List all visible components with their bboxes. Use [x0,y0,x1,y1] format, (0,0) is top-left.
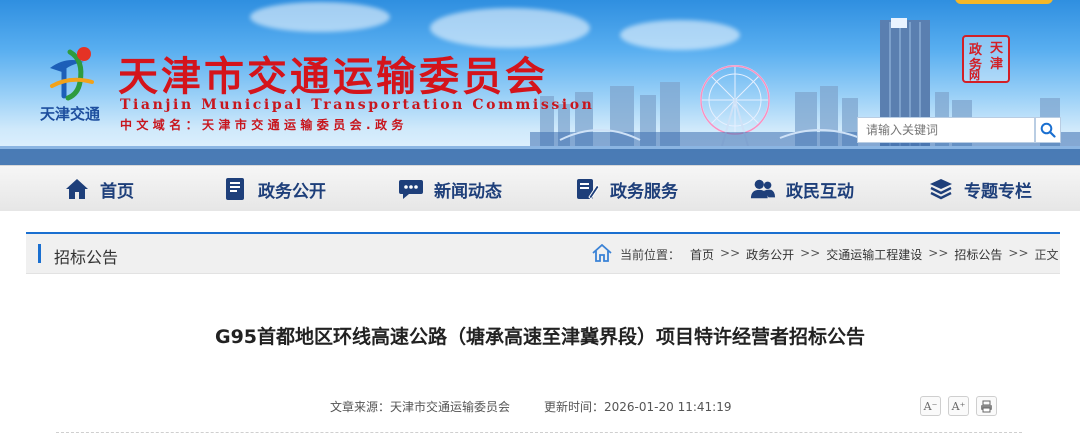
print-icon [981,400,992,412]
search-icon [1040,122,1056,138]
nav-label: 首页 [100,181,134,202]
article-title: G95首都地区环线高速公路（塘承高速至津冀界段）项目特许经营者招标公告 [214,326,866,348]
updated-label: 更新时间： [544,400,605,414]
seal-char: 津 [990,57,1004,72]
users-icon [750,176,776,202]
chat-icon [398,176,424,202]
meta-divider [56,432,1022,433]
layers-icon [928,176,954,202]
nav-item-special-topics[interactable]: 专题专栏 [928,166,1032,212]
breadcrumb-separator: >> [800,246,821,260]
breadcrumb-link-engineering[interactable]: 交通运输工程建设 [826,246,922,263]
site-title: 天津市交通运输委员会 [118,53,548,100]
tianjin-gov-seal[interactable]: 天 津 政 务 网 [962,35,1010,83]
nav-label: 新闻动态 [434,181,502,202]
main-nav: 首页 政务公开 新闻动态 政务服务 政民互动 专题专栏 [0,165,1080,211]
section-title: 招标公告 [54,248,119,267]
edit-doc-icon [574,176,600,202]
breadcrumb-current: 正文 [1034,248,1059,262]
nav-item-gov-affairs[interactable]: 政务公开 [222,166,326,212]
updated-value: 2026-01-20 11:41:19 [604,400,732,414]
nav-item-home[interactable]: 首页 [64,166,134,212]
print-button[interactable] [976,396,997,416]
breadcrumb-separator: >> [1008,246,1029,260]
seal-char: 网 [969,69,980,82]
nav-item-news[interactable]: 新闻动态 [398,166,502,212]
logo-text: 天津交通 [40,105,101,123]
search-input[interactable] [857,117,1035,143]
breadcrumb-link-tender-notices[interactable]: 招标公告 [954,246,1002,263]
breadcrumb-separator: >> [720,246,741,260]
article-updated: 更新时间：2026-01-20 11:41:19 [544,398,731,415]
nav-item-interaction[interactable]: 政民互动 [750,166,854,212]
nav-label: 政务服务 [610,181,678,202]
section-accent-bar [38,244,41,263]
breadcrumb-link-home[interactable]: 首页 [690,246,714,263]
breadcrumb-link-gov-affairs[interactable]: 政务公开 [746,246,794,263]
nav-label: 专题专栏 [964,181,1032,202]
nav-label: 政民互动 [786,181,854,202]
site-domain-label: 中文域名：天津市交通运输委员会.政务 [120,118,408,132]
header-banner: 天津交通 天津市交通运输委员会 Tianjin Municipal Transp… [0,0,1080,165]
location-label: 当前位置： [620,248,681,262]
nav-item-services[interactable]: 政务服务 [574,166,678,212]
breadcrumb: 当前位置： 首页 >> 政务公开 >> 交通运输工程建设 >> 招标公告 >> … [620,246,1059,263]
book-icon [222,176,248,202]
search-button[interactable] [1035,117,1061,143]
nav-label: 政务公开 [258,181,326,202]
source-label: 文章来源： [330,400,391,414]
source-value: 天津市交通运输委员会 [390,400,511,414]
site-title-english: Tianjin Municipal Transportation Commiss… [120,97,595,113]
font-decrease-button[interactable]: A⁻ [920,396,941,416]
breadcrumb-separator: >> [928,246,949,260]
home-outline-icon [592,244,612,262]
article-source: 文章来源：天津市交通运输委员会 [330,398,510,415]
font-increase-button[interactable]: A⁺ [948,396,969,416]
tianjin-transport-logo-icon [50,47,94,101]
home-icon [64,176,90,202]
